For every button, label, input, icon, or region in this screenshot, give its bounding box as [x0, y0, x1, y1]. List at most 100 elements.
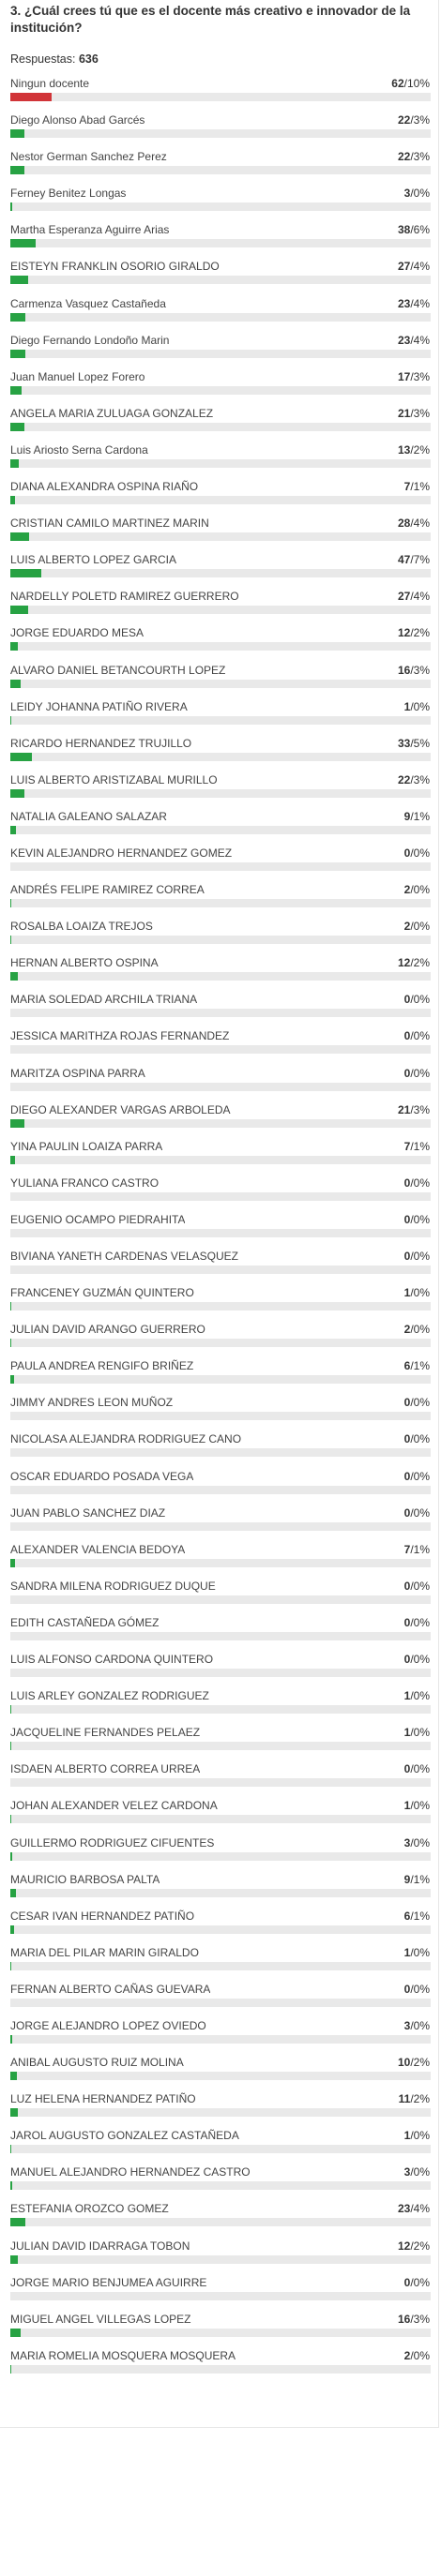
bar-track: [10, 1412, 431, 1421]
result-row-header: DIANA ALEXANDRA OSPINA RIAÑO 7/1%: [10, 478, 431, 494]
result-row-header: CRISTIAN CAMILO MARTINEZ MARIN 28/4%: [10, 515, 431, 531]
bar-track: [10, 2218, 431, 2227]
bar: [10, 679, 22, 688]
percent-value: 0%: [413, 1250, 430, 1263]
percent-value: 1%: [413, 1139, 430, 1153]
result-row-header: JORGE ALEJANDRO LOPEZ OVIEDO 3/0%: [10, 2017, 431, 2033]
bar-track: [10, 93, 431, 101]
category-label: LUIS ALFONSO CARDONA QUINTERO: [10, 1653, 214, 1667]
category-label: RICARDO HERNANDEZ TRUJILLO: [10, 736, 192, 750]
percent-value: 4%: [413, 517, 430, 531]
value-label: 0/0%: [404, 1432, 431, 1446]
percent-value: 1%: [413, 1872, 430, 1886]
bar-track: [10, 385, 431, 395]
category-label: FRANCENEY GUZMÁN QUINTERO: [10, 1286, 194, 1300]
percent-value: 0%: [413, 699, 430, 713]
result-row: JORGE MARIO BENJUMEA AGUIRRE 0/0%: [10, 2274, 431, 2311]
bar: [10, 2034, 13, 2044]
value-label: 22/3%: [398, 773, 431, 787]
category-label: MARIA DEL PILAR MARIN GIRALDO: [10, 1945, 199, 1959]
bar: [10, 422, 24, 431]
bar-track: [10, 2145, 431, 2154]
result-row: MANUEL ALEJANDRO HERNANDEZ CASTRO 3/0%: [10, 2164, 431, 2200]
percent-value: 2%: [413, 626, 430, 640]
result-row-header: LUZ HELENA HERNANDEZ PATIÑO 11/2%: [10, 2090, 431, 2106]
percent-value: 0%: [413, 2275, 430, 2289]
result-row: MARIA DEL PILAR MARIN GIRALDO 1/0%: [10, 1944, 431, 1981]
result-row-header: Nestor German Sanchez Perez 22/3%: [10, 148, 431, 164]
percent-value: 0%: [413, 846, 430, 860]
result-row: HERNAN ALBERTO OSPINA 12/2%: [10, 954, 431, 991]
bar-track: [10, 129, 431, 139]
result-row-header: EISTEYN FRANKLIN OSORIO GIRALDO 27/4%: [10, 258, 431, 274]
result-row: JAROL AUGUSTO GONZALEZ CASTAÑEDA 1/0%: [10, 2127, 431, 2164]
percent-value: 2%: [413, 2056, 430, 2070]
percent-value: 0%: [413, 1799, 430, 1813]
value-label: 9/1%: [404, 1873, 431, 1887]
bar-track: [10, 422, 431, 431]
bar: [10, 1925, 15, 1934]
percent-value: 1%: [413, 1909, 430, 1923]
count-value: 21: [397, 1102, 411, 1116]
result-row-header: FERNAN ALBERTO CAÑAS GUEVARA 0/0%: [10, 1981, 431, 1997]
percent-value: 0%: [413, 1432, 430, 1446]
bar-track: [10, 1815, 431, 1824]
percent-value: 0%: [413, 2129, 430, 2143]
bar-track: [10, 496, 431, 505]
count-value: 38: [397, 223, 411, 237]
value-label: 22/3%: [398, 150, 431, 164]
category-label: GUILLERMO RODRIGUEZ CIFUENTES: [10, 1835, 215, 1850]
result-row: EISTEYN FRANKLIN OSORIO GIRALDO 27/4%: [10, 258, 431, 294]
bar: [10, 606, 29, 615]
count-value: 23: [397, 296, 411, 310]
count-value: 12: [397, 626, 411, 640]
value-label: 0/0%: [404, 1176, 431, 1191]
result-row: PAULA ANDREA RENGIFO BRIÑEZ 6/1%: [10, 1357, 431, 1394]
bar: [10, 1851, 13, 1861]
value-label: 0/0%: [404, 1506, 431, 1520]
percent-value: 0%: [413, 1945, 430, 1959]
bar: [10, 1961, 11, 1970]
result-row-header: Diego Fernando Londoño Marin 23/4%: [10, 332, 431, 348]
bar: [10, 1742, 11, 1751]
category-label: Ningun docente: [10, 77, 90, 90]
result-row-header: ALVARO DANIEL BETANCOURTH LOPEZ 16/3%: [10, 662, 431, 678]
percent-value: 0%: [413, 187, 430, 201]
value-label: 1/0%: [404, 1286, 431, 1300]
result-row: ANDRÉS FELIPE RAMIREZ CORREA 2/0%: [10, 881, 431, 918]
count-value: 22: [397, 772, 411, 786]
value-label: 33/5%: [398, 737, 431, 751]
percent-value: 0%: [413, 1029, 430, 1043]
count-value: 27: [397, 590, 411, 604]
bar-track: [10, 825, 431, 834]
bar: [10, 239, 36, 248]
value-label: 7/1%: [404, 1140, 431, 1154]
category-label: JORGE EDUARDO MESA: [10, 626, 144, 640]
percent-value: 0%: [413, 1615, 430, 1629]
value-label: 0/0%: [404, 1983, 431, 1997]
percent-value: 3%: [413, 2312, 430, 2326]
percent-value: 0%: [413, 2348, 430, 2362]
result-row: EDITH CASTAÑEDA GÓMEZ 0/0%: [10, 1614, 431, 1651]
result-row: EUGENIO OCAMPO PIEDRAHITA 0/0%: [10, 1211, 431, 1248]
result-row: YULIANA FRANCO CASTRO 0/0%: [10, 1175, 431, 1211]
value-label: 12/2%: [398, 2239, 431, 2254]
result-row-header: LUIS ALFONSO CARDONA QUINTERO 0/0%: [10, 1651, 431, 1667]
result-row-header: MARITZA OSPINA PARRA 0/0%: [10, 1065, 431, 1081]
category-label: KEVIN ALEJANDRO HERNANDEZ GOMEZ: [10, 846, 233, 860]
bar-track: [10, 1045, 431, 1055]
percent-value: 2%: [413, 2239, 430, 2253]
bar-track: [10, 276, 431, 285]
percent-value: 0%: [413, 2165, 430, 2179]
responses-count: 636: [78, 52, 99, 66]
bar-track: [10, 202, 431, 212]
result-row-header: GUILLERMO RODRIGUEZ CIFUENTES 3/0%: [10, 1835, 431, 1850]
result-row: MARITZA OSPINA PARRA 0/0%: [10, 1065, 431, 1101]
percent-value: 0%: [413, 1653, 430, 1667]
bar-track: [10, 1266, 431, 1274]
result-row: KEVIN ALEJANDRO HERNANDEZ GOMEZ 0/0%: [10, 845, 431, 881]
category-label: ISDAEN ALBERTO CORREA URREA: [10, 1762, 201, 1776]
value-label: 3/0%: [404, 2019, 431, 2033]
category-label: LUIS ALBERTO LOPEZ GARCIA: [10, 553, 176, 567]
bar-track: [10, 1705, 431, 1715]
